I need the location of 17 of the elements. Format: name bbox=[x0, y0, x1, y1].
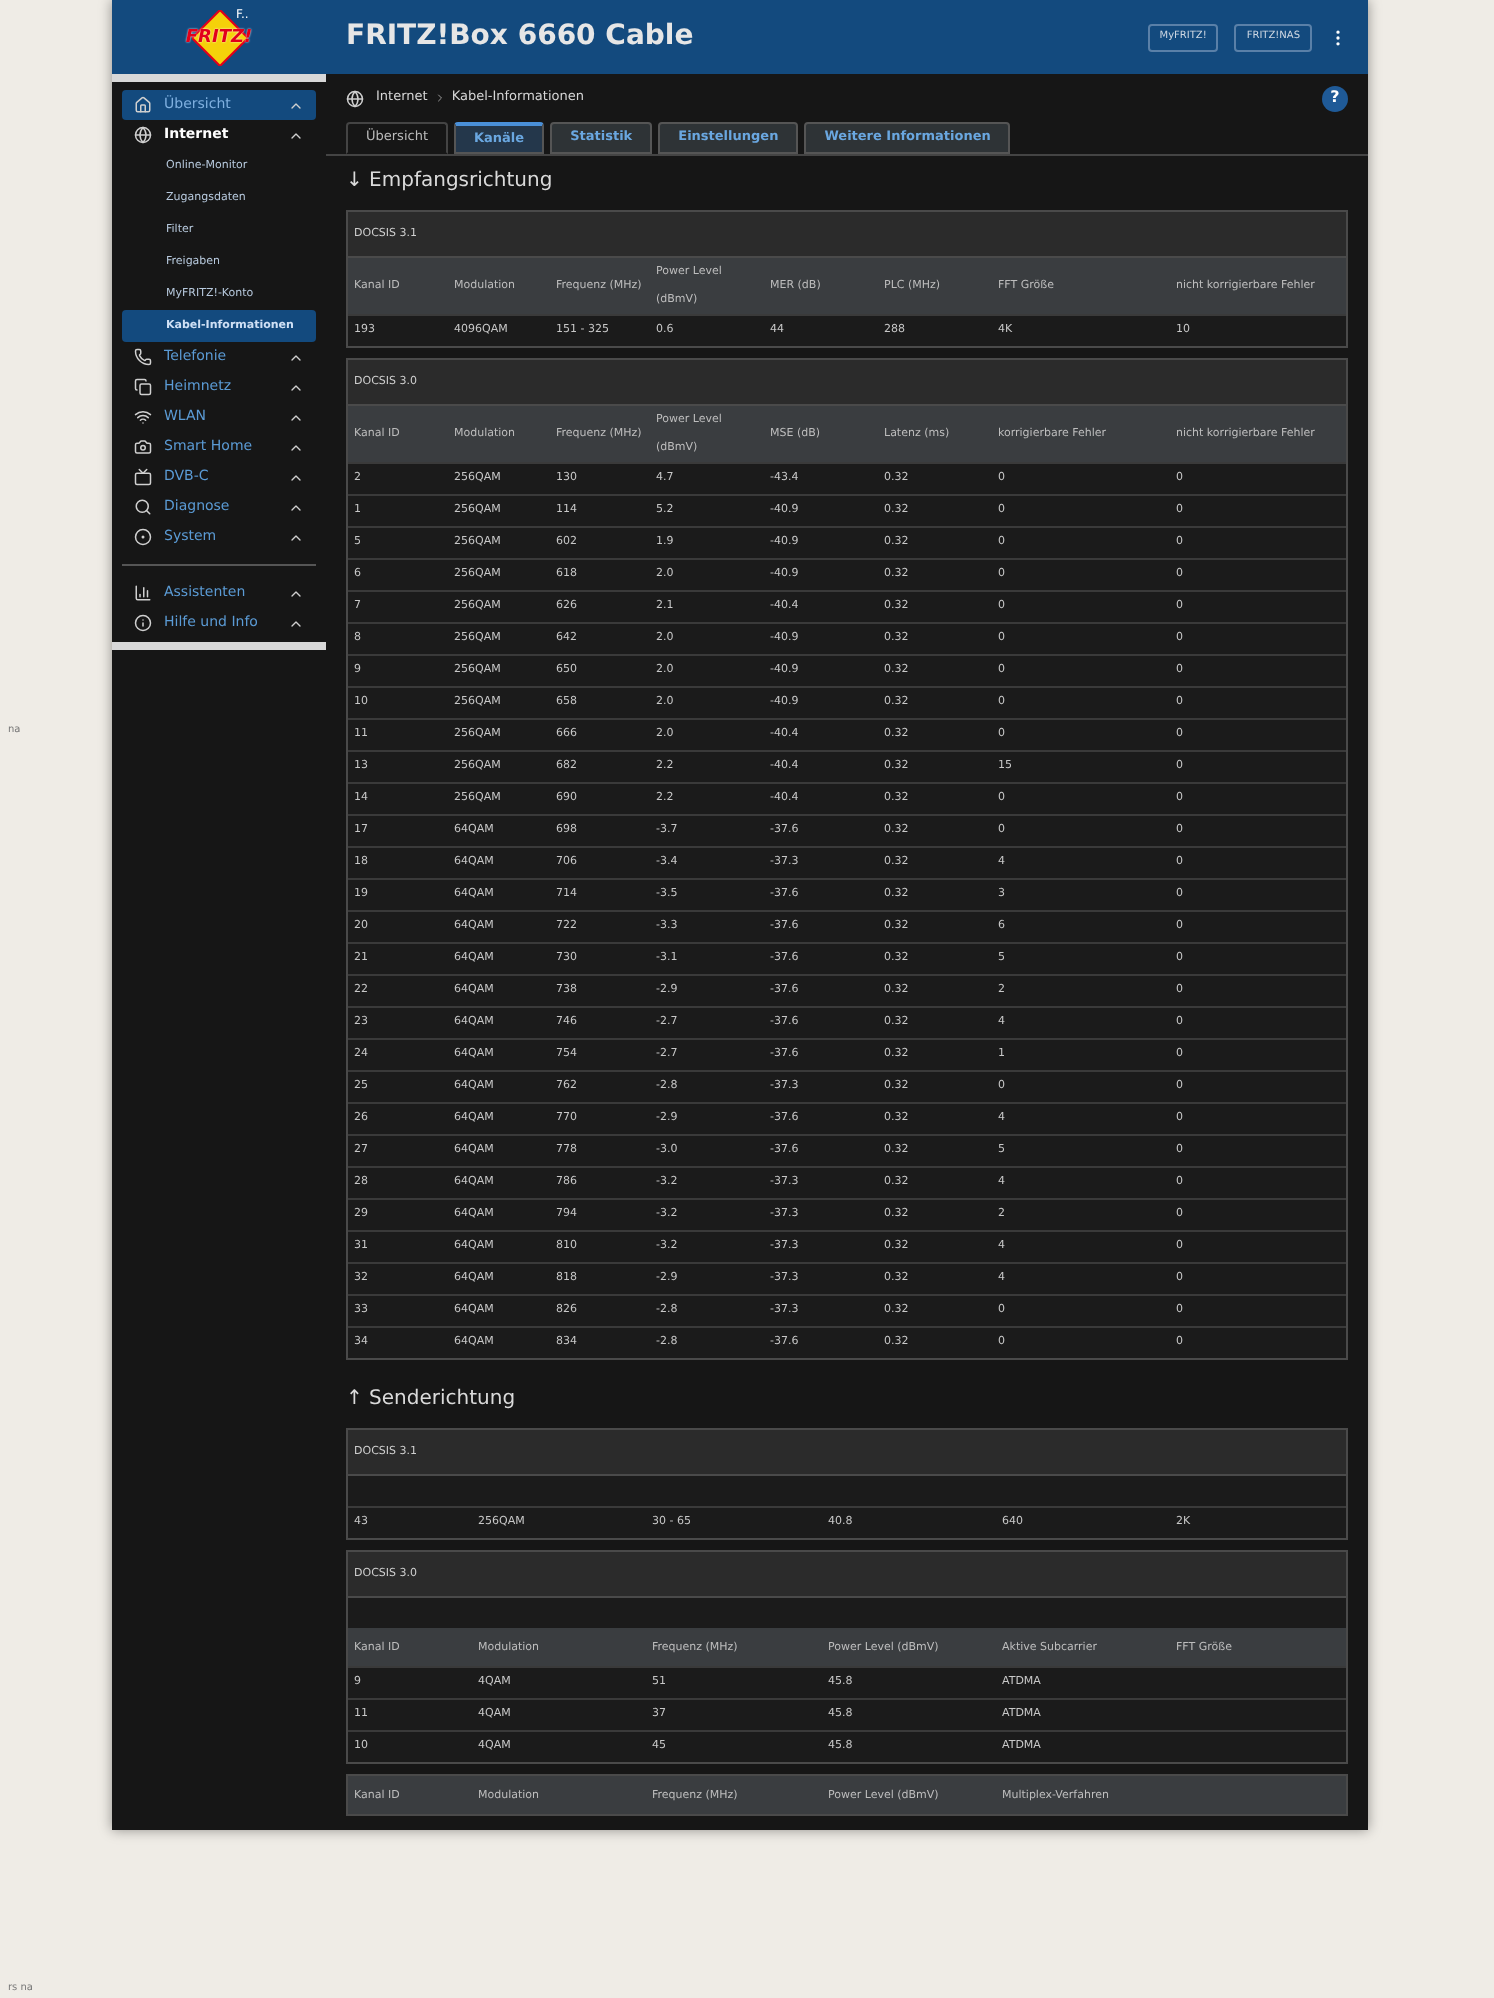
camera-icon bbox=[134, 438, 152, 456]
page-title: FRITZ!Box 6660 Cable bbox=[346, 18, 696, 56]
phone-icon bbox=[134, 348, 152, 366]
section-heading: ↓ Empfangsrichtung bbox=[346, 168, 555, 196]
chevron-icon bbox=[433, 92, 446, 104]
info-icon bbox=[134, 614, 152, 632]
wifi-icon bbox=[134, 408, 152, 426]
globe-icon bbox=[346, 89, 364, 107]
globe-icon bbox=[134, 126, 152, 144]
house-icon bbox=[134, 96, 152, 114]
tv-icon bbox=[134, 468, 152, 486]
screens-icon bbox=[134, 378, 152, 396]
help-button[interactable]: ? bbox=[1322, 85, 1348, 111]
section-heading: ↑ Senderichtung bbox=[346, 1386, 518, 1414]
bars-icon bbox=[134, 584, 152, 602]
target-icon bbox=[134, 528, 152, 546]
magnifier-icon bbox=[134, 498, 152, 516]
